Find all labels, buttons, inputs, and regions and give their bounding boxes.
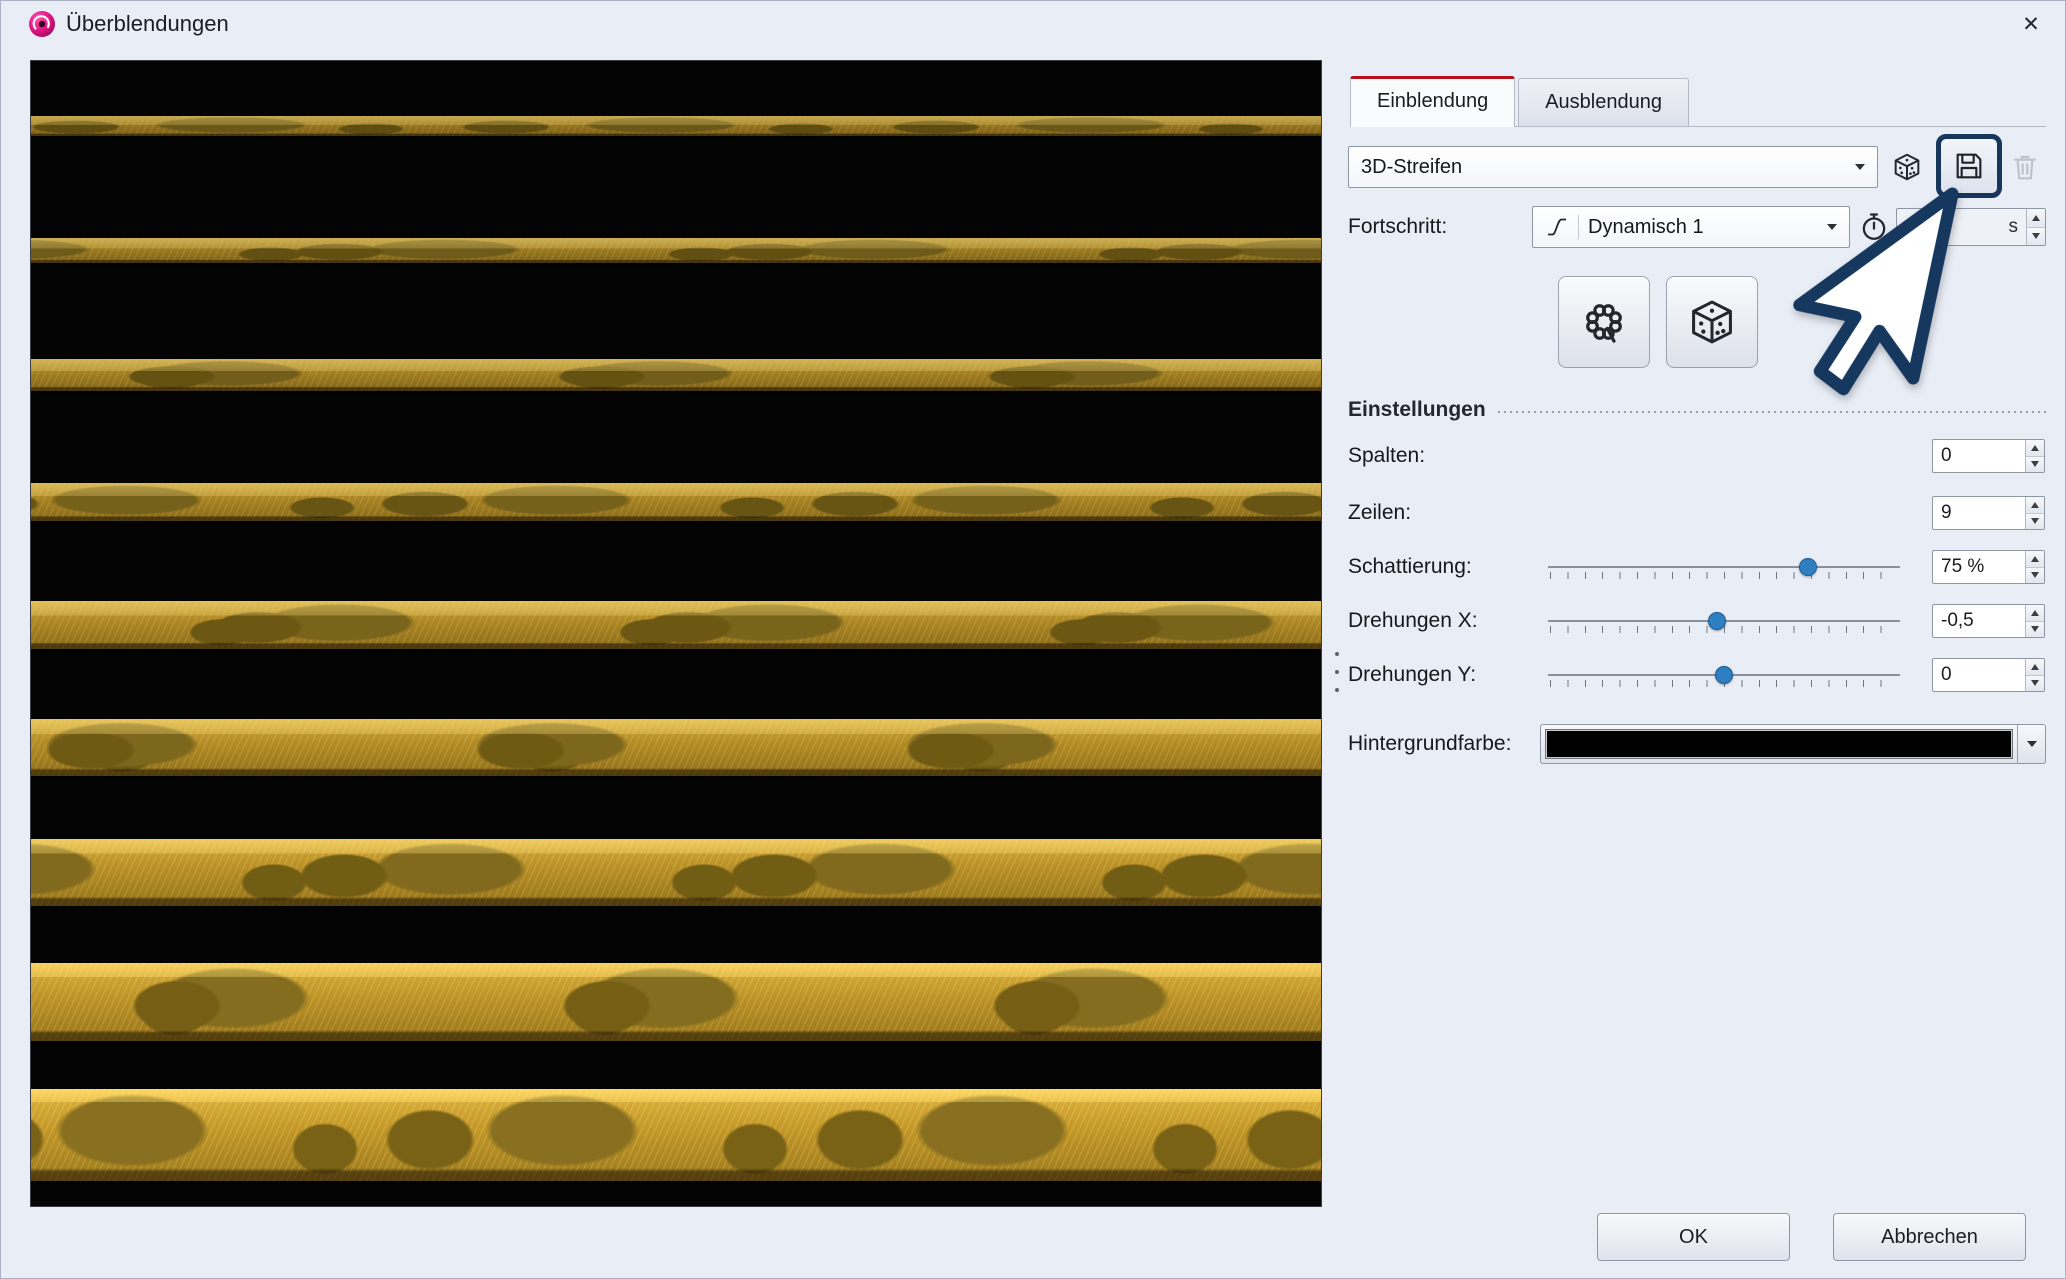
titlebar: Überblendungen ✕ <box>0 0 2066 48</box>
cancel-button[interactable]: Abbrechen <box>1833 1213 2026 1261</box>
preview-stripe-2 <box>31 238 1321 263</box>
tab-einblendung[interactable]: Einblendung <box>1350 76 1515 127</box>
duration-unit: s <box>2009 216 2027 238</box>
spalten-spinner[interactable] <box>2025 440 2044 472</box>
app-logo-icon <box>28 10 56 38</box>
setting-row-drehungen-x: Drehungen X: -0,5 <box>1348 603 2046 639</box>
save-icon <box>1953 150 1985 182</box>
preview-stripe-6 <box>31 719 1321 776</box>
settings-header-label: Einstellungen <box>1348 398 1486 422</box>
curve-select-value: Dynamisch 1 <box>1588 216 1704 239</box>
preview-stripe-4 <box>31 483 1321 521</box>
save-transition-button[interactable] <box>1946 145 1992 187</box>
drehungen-y-spinner[interactable] <box>2025 659 2044 691</box>
window-title: Überblendungen <box>66 11 229 37</box>
preview-stripe-8 <box>31 963 1321 1041</box>
trash-icon <box>2009 151 2041 183</box>
spalten-label: Spalten: <box>1348 438 1425 474</box>
preview-stripe-7 <box>31 839 1321 906</box>
preview-stripe-1 <box>31 116 1321 136</box>
background-color-picker[interactable] <box>1540 724 2046 764</box>
preview-stripe-5 <box>31 601 1321 649</box>
schattierung-slider[interactable] <box>1548 549 1900 585</box>
zeilen-value: 9 <box>1933 502 2025 524</box>
drehungen-x-spinner[interactable] <box>2025 605 2044 637</box>
schattierung-spinner[interactable] <box>2025 551 2044 583</box>
drehungen-x-value: -0,5 <box>1933 610 2025 632</box>
lucky-random-button[interactable] <box>1558 276 1650 368</box>
slider-track <box>1548 566 1900 568</box>
tabbar: Einblendung Ausblendung <box>1350 76 2046 127</box>
slider-ticks <box>1550 626 1898 633</box>
drehungen-x-slider-handle[interactable] <box>1708 612 1726 630</box>
slider-ticks <box>1550 572 1898 579</box>
setting-row-drehungen-y: Drehungen Y: 0 <box>1348 657 2046 693</box>
fortschritt-label: Fortschritt: <box>1348 206 1447 248</box>
drehungen-x-slider[interactable] <box>1548 603 1900 639</box>
dice-cube-icon <box>1686 296 1738 348</box>
preview-stripe-3 <box>31 359 1321 391</box>
hintergrundfarbe-label: Hintergrundfarbe: <box>1348 724 1511 764</box>
dotted-divider <box>1498 411 2046 413</box>
color-picker-dropdown[interactable] <box>2017 725 2045 763</box>
color-swatch <box>1545 729 2013 759</box>
zeilen-spinner[interactable] <box>2025 497 2044 529</box>
drehungen-y-slider[interactable] <box>1548 657 1900 693</box>
setting-row-hintergrundfarbe: Hintergrundfarbe: <box>1348 724 2046 764</box>
delete-transition-button[interactable] <box>2002 146 2048 188</box>
tab-ausblendung[interactable]: Ausblendung <box>1518 78 1689 126</box>
drehungen-y-label: Drehungen Y: <box>1348 657 1476 693</box>
drehungen-y-slider-handle[interactable] <box>1715 666 1733 684</box>
transition-select-value: 3D-Streifen <box>1361 156 1462 179</box>
drehungen-x-input[interactable]: -0,5 <box>1932 604 2045 638</box>
drehungen-y-input[interactable]: 0 <box>1932 658 2045 692</box>
splitter-handle[interactable] <box>1331 652 1343 692</box>
zeilen-label: Zeilen: <box>1348 495 1411 531</box>
spalten-input[interactable]: 0 <box>1932 439 2045 473</box>
setting-row-spalten: Spalten: 0 <box>1348 438 2046 474</box>
preview-stripe-9 <box>31 1089 1321 1181</box>
chevron-down-icon <box>2027 741 2037 747</box>
settings-section-header: Einstellungen <box>1348 398 2046 422</box>
drehungen-x-label: Drehungen X: <box>1348 603 1478 639</box>
drehungen-y-value: 0 <box>1933 664 2025 686</box>
setting-row-zeilen: Zeilen: 9 <box>1348 495 2046 531</box>
transitions-dialog: Überblendungen ✕ Einblendung Ausblendung… <box>0 0 2066 1279</box>
duration-spinner[interactable] <box>2026 209 2045 245</box>
zeilen-input[interactable]: 9 <box>1932 496 2045 530</box>
ok-button[interactable]: OK <box>1597 1213 1790 1261</box>
schattierung-label: Schattierung: <box>1348 549 1472 585</box>
curve-icon <box>1545 215 1579 239</box>
close-button[interactable]: ✕ <box>2014 8 2048 40</box>
spalten-value: 0 <box>1933 445 2025 467</box>
schattierung-value: 75 % <box>1933 556 2025 578</box>
schattierung-input[interactable]: 75 % <box>1932 550 2045 584</box>
dice-random-button[interactable] <box>1666 276 1758 368</box>
clover-icon <box>1578 296 1630 348</box>
preview-canvas <box>30 60 1322 1207</box>
setting-row-schattierung: Schattierung: 75 % <box>1348 549 2046 585</box>
